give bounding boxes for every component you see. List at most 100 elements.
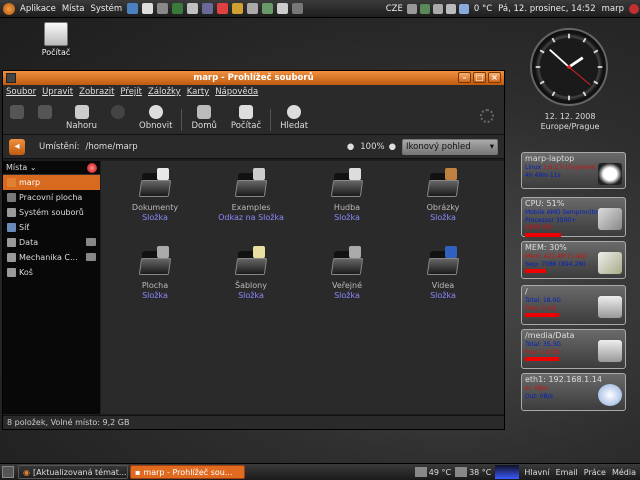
power-icon[interactable]	[628, 3, 639, 14]
conky-root-fs: / Total: 18.0G Free: 9.2G	[521, 285, 626, 325]
zoom-in-button[interactable]: ●	[389, 142, 396, 152]
up-button[interactable]: Nahoru	[66, 105, 97, 131]
sidebar-item[interactable]: Mechanika C...	[3, 250, 100, 265]
zoom-out-button[interactable]: ●	[347, 142, 354, 152]
clock-tick	[539, 49, 545, 54]
files-launcher-icon[interactable]	[202, 3, 214, 14]
ubuntu-logo-icon[interactable]	[3, 2, 15, 15]
desktop-computer[interactable]: Počítač	[38, 22, 74, 57]
sidebar-item[interactable]: Data	[3, 235, 100, 250]
close-button[interactable]: ×	[488, 72, 501, 83]
toolbar-separator	[181, 109, 183, 131]
forward-button[interactable]	[38, 105, 52, 131]
taskbar-item-active[interactable]: ▪ marp - Prohlížeč sou...	[130, 465, 245, 479]
eject-icon[interactable]	[86, 253, 96, 261]
menu-tabs[interactable]: Karty	[187, 87, 210, 97]
file-item[interactable]: Veřejné Složka	[307, 246, 387, 301]
menu-edit[interactable]: Upravit	[42, 87, 73, 97]
network-icon[interactable]	[407, 3, 418, 14]
clock-tick	[593, 49, 599, 54]
conky-mem-title: MEM:	[525, 243, 547, 252]
file-item[interactable]: Plocha Složka	[115, 246, 195, 301]
sidebar-item-label: marp	[19, 178, 41, 187]
browser-launcher-icon[interactable]	[127, 3, 139, 14]
chevron-down-icon[interactable]: ⌄	[27, 163, 37, 172]
computer-button[interactable]: Počítač	[231, 105, 261, 131]
volume-icon[interactable]	[446, 3, 457, 14]
menu-bookmarks[interactable]: Záložky	[148, 87, 181, 97]
menu-system[interactable]: Systém	[88, 4, 126, 14]
reload-icon	[148, 105, 163, 119]
file-type: Složka	[430, 213, 456, 222]
sidebar-title[interactable]: Místa	[6, 163, 27, 172]
user-name[interactable]: marp	[599, 4, 627, 14]
toggle-path-bar-button[interactable]: ◂	[9, 138, 25, 155]
signal-icon[interactable]	[420, 3, 431, 14]
firefox-icon: ◉	[23, 467, 30, 477]
task-label: [Aktualizovaná témat...	[32, 467, 127, 477]
file-item[interactable]: Obrázky Složka	[403, 168, 483, 223]
weather-icon[interactable]	[459, 3, 470, 14]
mail-launcher-icon[interactable]	[142, 3, 154, 14]
menu-help[interactable]: Nápověda	[215, 87, 258, 97]
view-mode-select[interactable]: Ikonový pohled	[402, 138, 498, 155]
keyboard-layout[interactable]: CZE	[383, 4, 406, 14]
menu-go[interactable]: Přejít	[120, 87, 142, 97]
clock-timezone: Europe/Prague	[540, 122, 600, 131]
clock-text[interactable]: Pá, 12. prosinec, 14:52	[495, 4, 598, 14]
stop-button[interactable]	[111, 105, 126, 131]
sidebar-item[interactable]: Pracovní plocha	[3, 190, 100, 205]
conky-network: eth1: 192.168.1.14 In: 0B/s Out: 0B/s	[521, 373, 626, 411]
folder-icon	[138, 168, 172, 197]
terminal-launcher-icon[interactable]	[172, 3, 184, 14]
file-type: Složka	[142, 291, 168, 300]
maximize-button[interactable]: □	[473, 72, 486, 83]
file-name: Videa	[431, 281, 455, 290]
file-item[interactable]: Šablony Složka	[211, 246, 291, 301]
sidebar-item[interactable]: Systém souborů	[3, 205, 100, 220]
file-item[interactable]: Hudba Složka	[307, 168, 387, 223]
chat-launcher-icon[interactable]	[277, 3, 289, 14]
editor-launcher-icon[interactable]	[187, 3, 199, 14]
workspace-1[interactable]: Hlavní	[522, 465, 551, 479]
battery-icon[interactable]	[433, 3, 444, 14]
eject-icon[interactable]	[86, 238, 96, 246]
books-launcher-icon[interactable]	[262, 3, 274, 14]
workspace-4[interactable]: Média	[610, 465, 638, 479]
file-item[interactable]: Examples Odkaz na Složka	[211, 168, 291, 223]
workspace-2[interactable]: Email	[554, 465, 580, 479]
menu-file[interactable]: Soubor	[6, 87, 36, 97]
media-launcher-icon[interactable]	[217, 3, 229, 14]
image-launcher-icon[interactable]	[247, 3, 259, 14]
menu-applications[interactable]: Aplikace	[17, 4, 59, 14]
settings-launcher-icon[interactable]	[292, 3, 304, 14]
reload-button[interactable]: Obnovit	[139, 105, 172, 131]
file-item[interactable]: Dokumenty Složka	[115, 168, 195, 223]
zoom-level[interactable]: 100%	[360, 142, 384, 152]
folder-emblem-icon	[349, 168, 361, 180]
sidebar-item[interactable]: Koš	[3, 265, 100, 280]
place-icon	[7, 178, 16, 187]
workspace-3[interactable]: Práce	[582, 465, 608, 479]
system-monitor-graph[interactable]	[495, 465, 520, 479]
show-desktop-icon[interactable]	[2, 466, 14, 478]
sidebar-item[interactable]: marp	[3, 175, 100, 190]
help-launcher-icon[interactable]	[157, 3, 169, 14]
sidebar-item[interactable]: Síť	[3, 220, 100, 235]
window-menu-icon[interactable]	[6, 73, 16, 83]
music-launcher-icon[interactable]	[232, 3, 244, 14]
file-item[interactable]: Videa Složka	[403, 246, 483, 301]
conky-cpu-title: CPU:	[525, 199, 544, 208]
search-button[interactable]: Hledat	[280, 105, 308, 131]
window-titlebar[interactable]: marp - Prohlížeč souborů – □ ×	[3, 71, 504, 85]
menu-places[interactable]: Místa	[59, 4, 88, 14]
weather-temp[interactable]: 0 °C	[471, 4, 495, 14]
menu-view[interactable]: Zobrazit	[79, 87, 114, 97]
back-button[interactable]	[10, 105, 24, 131]
minimize-button[interactable]: –	[458, 72, 471, 83]
home-button[interactable]: Domů	[191, 105, 217, 131]
location-path[interactable]: /home/marp	[85, 142, 137, 152]
taskbar-item[interactable]: ◉ [Aktualizovaná témat...	[18, 465, 128, 479]
window-title: marp - Prohlížeč souborů	[193, 73, 314, 83]
sidebar-close-icon[interactable]	[87, 163, 97, 173]
